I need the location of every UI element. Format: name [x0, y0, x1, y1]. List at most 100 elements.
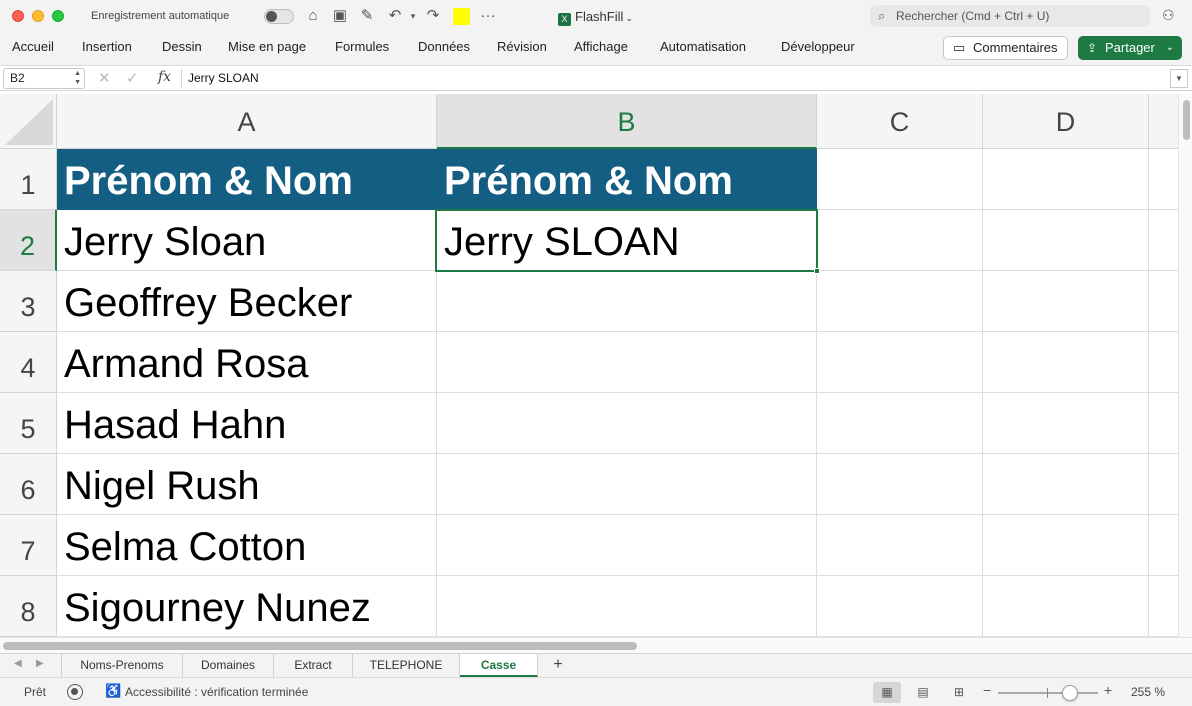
expand-formula-icon[interactable]: ▼ — [1170, 69, 1188, 88]
select-all-button[interactable] — [0, 94, 57, 149]
home-icon[interactable]: ⌂ — [303, 6, 323, 26]
cell-d1[interactable] — [983, 149, 1149, 210]
cell-b5[interactable] — [437, 393, 817, 454]
cell-c6[interactable] — [817, 454, 983, 515]
cell-a6[interactable]: Nigel Rush — [57, 454, 437, 515]
normal-view-icon[interactable]: ▦ — [873, 682, 901, 703]
cell-a8[interactable]: Sigourney Nunez — [57, 576, 437, 637]
tab-affichage[interactable]: Affichage — [574, 39, 628, 54]
row-header-7[interactable]: 7 — [0, 515, 57, 576]
cell-c2[interactable] — [817, 210, 983, 271]
tab-developpeur[interactable]: Développeur — [781, 39, 855, 54]
cell-b3[interactable] — [437, 271, 817, 332]
row-header-5[interactable]: 5 — [0, 393, 57, 454]
cell-c4[interactable] — [817, 332, 983, 393]
tab-dessin[interactable]: Dessin — [162, 39, 202, 54]
cell-c7[interactable] — [817, 515, 983, 576]
name-box-stepper-icon[interactable]: ▲ ▼ — [74, 69, 81, 87]
cell-a5[interactable]: Hasad Hahn — [57, 393, 437, 454]
undo-dropdown-icon[interactable]: ▾ — [403, 6, 423, 26]
cell-e8[interactable] — [1149, 576, 1178, 637]
more-options-icon[interactable]: ··· — [478, 6, 498, 26]
undo-icon[interactable]: ↶ — [385, 6, 405, 26]
fill-handle[interactable] — [814, 268, 820, 274]
cell-d3[interactable] — [983, 271, 1149, 332]
page-break-view-icon[interactable]: ⊞ — [945, 682, 973, 703]
sheet-next-icon[interactable]: ▶ — [36, 658, 44, 669]
sheet-tab-telephone[interactable]: TELEPHONE — [353, 654, 460, 677]
share-button[interactable]: ⇪ Partager ⌄ — [1078, 36, 1182, 60]
sheet-prev-icon[interactable]: ◀ — [14, 658, 22, 669]
row-header-3[interactable]: 3 — [0, 271, 57, 332]
cell-d6[interactable] — [983, 454, 1149, 515]
cell-b4[interactable] — [437, 332, 817, 393]
accessibility-icon[interactable]: ♿ — [105, 683, 121, 699]
redo-icon[interactable]: ↷ — [423, 6, 443, 26]
search-input[interactable]: ⌕ Rechercher (Cmd + Ctrl + U) — [870, 5, 1150, 27]
row-header-1[interactable]: 1 — [0, 149, 57, 210]
column-header-next[interactable] — [1149, 94, 1178, 149]
zoom-window-button[interactable] — [52, 10, 64, 22]
save-as-icon[interactable]: ✎ — [357, 6, 377, 26]
cell-a1[interactable]: Prénom & Nom — [57, 149, 437, 210]
confirm-icon[interactable]: ✓ — [126, 69, 139, 87]
zoom-slider-knob[interactable] — [1062, 685, 1078, 701]
vertical-scroll-thumb[interactable] — [1183, 100, 1190, 140]
record-macro-icon[interactable] — [67, 684, 83, 700]
cell-e3[interactable] — [1149, 271, 1178, 332]
tab-accueil[interactable]: Accueil — [12, 39, 54, 54]
cell-d7[interactable] — [983, 515, 1149, 576]
account-icon[interactable]: ⚇ — [1162, 7, 1175, 24]
page-layout-view-icon[interactable]: ▤ — [909, 682, 937, 703]
save-icon[interactable]: ▣ — [330, 6, 350, 26]
cell-c5[interactable] — [817, 393, 983, 454]
row-header-6[interactable]: 6 — [0, 454, 57, 515]
cell-a4[interactable]: Armand Rosa — [57, 332, 437, 393]
cell-e7[interactable] — [1149, 515, 1178, 576]
cell-e4[interactable] — [1149, 332, 1178, 393]
tab-formules[interactable]: Formules — [335, 39, 389, 54]
row-header-2[interactable]: 2 — [0, 210, 57, 271]
cell-a2[interactable]: Jerry Sloan — [57, 210, 437, 271]
horizontal-scrollbar[interactable] — [0, 637, 1192, 653]
cell-a7[interactable]: Selma Cotton — [57, 515, 437, 576]
insert-function-button[interactable]: fx — [158, 69, 171, 85]
cell-c3[interactable] — [817, 271, 983, 332]
zoom-out-button[interactable]: − — [983, 682, 991, 698]
cancel-icon[interactable]: ✕ — [98, 69, 111, 87]
cell-b2[interactable]: Jerry SLOAN — [437, 210, 817, 271]
cell-c1[interactable] — [817, 149, 983, 210]
cell-d8[interactable] — [983, 576, 1149, 637]
cell-e6[interactable] — [1149, 454, 1178, 515]
row-header-8[interactable]: 8 — [0, 576, 57, 637]
cell-e1[interactable] — [1149, 149, 1178, 210]
sheet-tab-extract[interactable]: Extract — [274, 654, 353, 677]
cell-b8[interactable] — [437, 576, 817, 637]
tab-automatisation[interactable]: Automatisation — [660, 39, 746, 54]
name-box[interactable]: B2 ▲ ▼ — [3, 68, 85, 89]
minimize-window-button[interactable] — [32, 10, 44, 22]
tab-donnees[interactable]: Données — [418, 39, 470, 54]
tab-revision[interactable]: Révision — [497, 39, 547, 54]
highlight-color-swatch[interactable] — [453, 8, 470, 25]
tab-insertion[interactable]: Insertion — [82, 39, 132, 54]
add-sheet-button[interactable]: + — [547, 655, 569, 675]
zoom-level[interactable]: 255 % — [1131, 685, 1165, 699]
cell-d4[interactable] — [983, 332, 1149, 393]
autosave-toggle[interactable] — [264, 9, 294, 24]
vertical-scrollbar[interactable] — [1178, 94, 1192, 637]
sheet-tab-casse[interactable]: Casse — [460, 654, 538, 677]
column-header-c[interactable]: C — [817, 94, 983, 149]
close-window-button[interactable] — [12, 10, 24, 22]
cell-b7[interactable] — [437, 515, 817, 576]
sheet-tab-noms-prenoms[interactable]: Noms-Prenoms — [61, 654, 183, 677]
cell-c8[interactable] — [817, 576, 983, 637]
cell-a3[interactable]: Geoffrey Becker — [57, 271, 437, 332]
horizontal-scroll-thumb[interactable] — [3, 642, 637, 650]
cell-e2[interactable] — [1149, 210, 1178, 271]
row-header-4[interactable]: 4 — [0, 332, 57, 393]
cell-d5[interactable] — [983, 393, 1149, 454]
cell-b1[interactable]: Prénom & Nom — [437, 149, 817, 210]
zoom-in-button[interactable]: + — [1104, 682, 1112, 698]
cell-b6[interactable] — [437, 454, 817, 515]
